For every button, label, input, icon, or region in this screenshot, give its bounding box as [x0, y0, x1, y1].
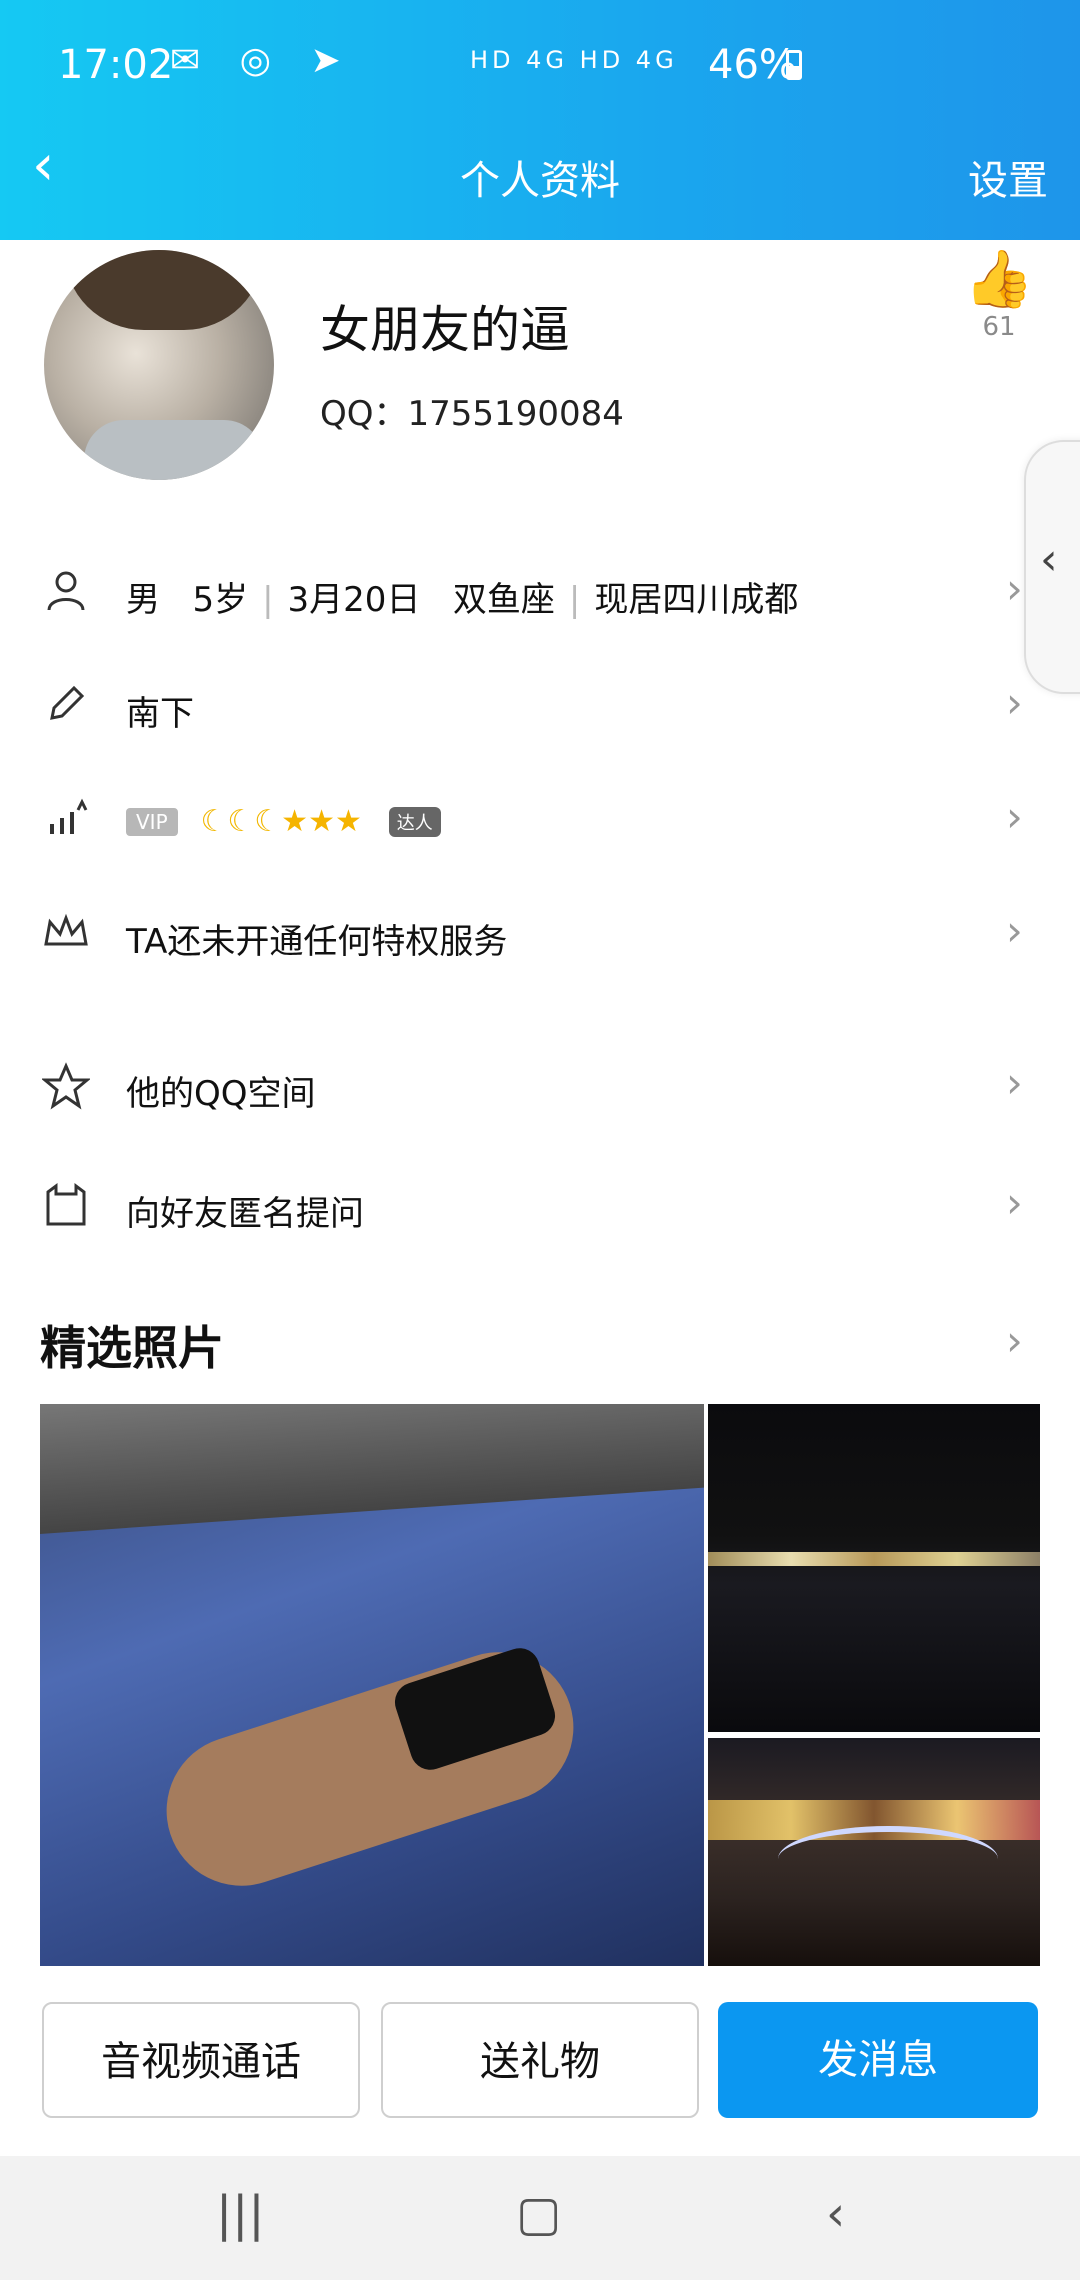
birthday: 3月20日	[287, 580, 421, 620]
chevron-right-icon: ›	[1006, 1178, 1023, 1227]
crown-icon	[38, 910, 94, 966]
battery-percentage: 46%	[708, 42, 797, 88]
talent-badge: 达人	[388, 806, 441, 837]
star-icon: ★	[308, 804, 335, 839]
page-title: 个人资料	[460, 158, 620, 204]
chevron-right-icon: ›	[1006, 792, 1023, 841]
chevron-right-icon: ›	[1006, 564, 1023, 613]
avatar[interactable]	[44, 250, 274, 480]
chevron-right-icon: ›	[1006, 906, 1023, 955]
moon-icon: ☾	[200, 804, 228, 839]
nickname: 女朋友的逼	[320, 301, 570, 359]
qzone-text: 他的QQ空间	[126, 1074, 316, 1114]
settings-button[interactable]: 设置	[968, 148, 1048, 206]
notification-icons: ✉ ◎ ➤	[170, 40, 355, 81]
gender: 男	[126, 580, 160, 620]
battery-icon	[786, 50, 802, 80]
signature-row[interactable]: 南下 ›	[0, 652, 1080, 762]
qzone-star-icon	[38, 1062, 94, 1118]
moon-icon: ☾	[254, 804, 282, 839]
user-icon	[38, 568, 94, 624]
header: 17:02 ✉ ◎ ➤ HD 4G HD 4G 46% ‹ 个人资料 设置	[0, 0, 1080, 240]
level-info: VIP ☾☾☾★★★ 达人	[126, 800, 441, 840]
like-count: 61	[982, 312, 1016, 342]
send-message-button[interactable]: 发消息	[718, 2002, 1038, 2118]
pencil-icon	[38, 682, 94, 738]
recent-apps-icon[interactable]: |||	[216, 2186, 265, 2242]
level-chart-icon	[38, 796, 94, 852]
send-gift-button[interactable]: 送礼物	[381, 2002, 699, 2118]
photo-pool[interactable]	[40, 1404, 704, 1966]
avatar-hair	[64, 250, 264, 330]
status-bar: 17:02 ✉ ◎ ➤ HD 4G HD 4G 46%	[0, 36, 1080, 96]
thumbs-up-icon: 👍	[964, 247, 1034, 312]
avatar-shirt	[84, 420, 264, 480]
privilege-row[interactable]: TA还未开通任何特权服务 ›	[0, 880, 1080, 990]
back-icon[interactable]: ‹	[826, 2186, 845, 2242]
qq-number-line: QQ：1755190084	[320, 386, 624, 435]
privilege-text: TA还未开通任何特权服务	[126, 922, 508, 962]
network-indicator: HD 4G HD 4G	[470, 46, 678, 74]
star-icon: ★	[334, 804, 362, 839]
cat-box-icon	[38, 1182, 94, 1238]
status-time: 17:02	[58, 42, 174, 88]
anonymous-question-text: 向好友匿名提问	[126, 1194, 364, 1234]
qzone-row[interactable]: 他的QQ空间 ›	[0, 1032, 1080, 1142]
level-row[interactable]: VIP ☾☾☾★★★ 达人 ›	[0, 766, 1080, 876]
basic-info-text: 男 5岁 | 3月20日 双鱼座 | 现居四川成都	[126, 580, 799, 620]
chevron-right-icon[interactable]: ›	[1006, 1316, 1023, 1365]
nav-bar: ‹ 个人资料 设置	[0, 130, 1080, 220]
anonymous-question-row[interactable]: 向好友匿名提问 ›	[0, 1152, 1080, 1262]
system-nav-bar: ||| ▢ ‹	[0, 2156, 1080, 2280]
photo-night-bridge[interactable]	[708, 1404, 1040, 1732]
age: 5岁	[192, 580, 249, 620]
like-button[interactable]: 👍 61	[964, 247, 1034, 343]
star-icon: ★	[281, 804, 309, 839]
featured-photos-title: 精选照片	[40, 1321, 224, 1375]
moon-icon: ☾	[227, 804, 255, 839]
chevron-right-icon: ›	[1006, 1058, 1023, 1107]
basic-info-row[interactable]: 男 5岁 | 3月20日 双鱼座 | 现居四川成都 ›	[0, 538, 1080, 648]
zodiac: 双鱼座	[452, 580, 555, 620]
video-call-button[interactable]: 音视频通话	[42, 2002, 360, 2118]
qq-label: QQ：	[320, 394, 408, 434]
vip-badge: VIP	[126, 807, 178, 836]
home-icon[interactable]: ▢	[516, 2186, 561, 2242]
chevron-right-icon: ›	[1006, 678, 1023, 727]
location: 现居四川成都	[594, 580, 799, 620]
signature-text: 南下	[126, 694, 194, 734]
qq-number: 1755190084	[407, 394, 624, 434]
photo-night-city[interactable]	[708, 1738, 1040, 1966]
